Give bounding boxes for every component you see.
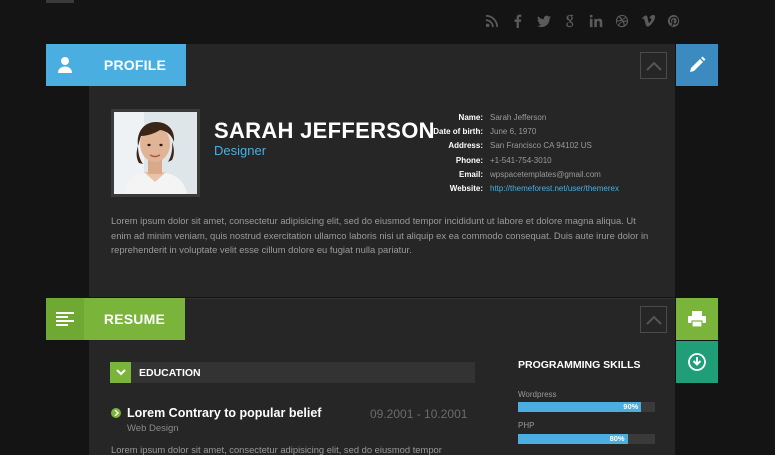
skill-percent: 90% bbox=[623, 402, 639, 411]
education-item-date: 09.2001 - 10.2001 bbox=[370, 407, 468, 421]
skill-label: Wordpress bbox=[518, 390, 557, 399]
skill-bar-fill: 80% bbox=[518, 434, 628, 444]
info-value: June 6, 1970 bbox=[490, 127, 537, 137]
profile-tab-label: PROFILE bbox=[103, 57, 166, 73]
chevron-up-icon bbox=[645, 61, 662, 71]
info-label: Phone: bbox=[455, 155, 483, 165]
info-label: Name: bbox=[458, 113, 483, 122]
education-item-title: Lorem Contrary to popular belief bbox=[111, 406, 321, 420]
chevron-down-icon bbox=[110, 362, 131, 383]
profile-collapse-button[interactable] bbox=[640, 52, 667, 79]
twitter-icon[interactable] bbox=[535, 12, 552, 29]
download-icon bbox=[688, 353, 706, 371]
profile-role: Designer bbox=[214, 143, 267, 158]
info-label: Address: bbox=[448, 141, 483, 151]
info-row-website: Website: http://themeforest.net/user/the… bbox=[420, 182, 619, 196]
dribbble-icon[interactable] bbox=[613, 12, 630, 29]
info-label: Date of birth: bbox=[433, 127, 483, 137]
linkedin-icon[interactable] bbox=[587, 12, 604, 29]
profile-name: SARAH JEFFERSON bbox=[214, 118, 435, 143]
profile-info-list: Name: Sarah Jefferson Date of birth: Jun… bbox=[420, 111, 619, 196]
skill-bar: 90% bbox=[518, 402, 655, 412]
vimeo-icon[interactable] bbox=[639, 12, 656, 29]
skills-heading: PROGRAMMING SKILLS bbox=[518, 359, 641, 371]
edit-button[interactable] bbox=[676, 44, 718, 86]
user-icon bbox=[46, 44, 84, 86]
pinterest-icon[interactable] bbox=[665, 12, 682, 29]
education-item-subtitle: Web Design bbox=[127, 423, 179, 434]
pencil-icon bbox=[690, 56, 706, 72]
skill-percent: 80% bbox=[609, 434, 625, 443]
resume-collapse-button[interactable] bbox=[640, 306, 667, 333]
resume-tab-label: RESUME bbox=[103, 311, 165, 327]
website-link[interactable]: http://themeforest.net/user/themerex bbox=[490, 182, 619, 196]
info-label: Website: bbox=[449, 184, 483, 194]
info-value[interactable]: wpspacetemplates@gmail.com bbox=[490, 168, 601, 182]
resume-tab[interactable]: RESUME bbox=[46, 298, 185, 340]
profile-bio: Lorem ipsum dolor sit amet, consectetur … bbox=[111, 215, 649, 255]
profile-tab[interactable]: PROFILE bbox=[46, 44, 186, 86]
facebook-icon[interactable] bbox=[509, 12, 526, 29]
info-row-dob: Date of birth: June 6, 1970 bbox=[420, 125, 619, 139]
social-links bbox=[483, 12, 682, 29]
info-label: Email: bbox=[458, 169, 483, 179]
info-value: +1-541-754-3010 bbox=[490, 155, 552, 165]
skill-bar: 80% bbox=[518, 434, 655, 444]
skill-bar-fill: 90% bbox=[518, 402, 642, 412]
googleplus-icon[interactable] bbox=[561, 12, 578, 29]
info-row-name: Name: Sarah Jefferson bbox=[420, 111, 619, 125]
info-row-phone: Phone: +1-541-754-3010 bbox=[420, 154, 619, 168]
rss-icon[interactable] bbox=[483, 12, 500, 29]
chevron-right-icon bbox=[111, 408, 121, 418]
profile-photo bbox=[111, 109, 200, 197]
info-row-email: Email: wpspacetemplates@gmail.com bbox=[420, 168, 619, 182]
education-header[interactable]: EDUCATION bbox=[110, 362, 475, 383]
print-button[interactable] bbox=[676, 298, 718, 340]
printer-icon bbox=[688, 311, 706, 328]
education-item-description: Lorem ipsum dolor sit amet, consectetur … bbox=[111, 444, 442, 455]
skill-label: PHP bbox=[518, 421, 535, 430]
education-header-label: EDUCATION bbox=[139, 366, 201, 379]
download-button[interactable] bbox=[676, 341, 718, 383]
chevron-up-icon bbox=[645, 315, 662, 325]
education-item-title-text: Lorem Contrary to popular belief bbox=[127, 406, 322, 420]
top-nav-stub bbox=[46, 0, 74, 3]
info-value: San Francisco CA 94102 US bbox=[490, 141, 592, 151]
list-icon bbox=[46, 298, 84, 340]
info-row-address: Address: San Francisco CA 94102 US bbox=[420, 139, 619, 153]
info-value: Sarah Jefferson bbox=[490, 113, 547, 122]
